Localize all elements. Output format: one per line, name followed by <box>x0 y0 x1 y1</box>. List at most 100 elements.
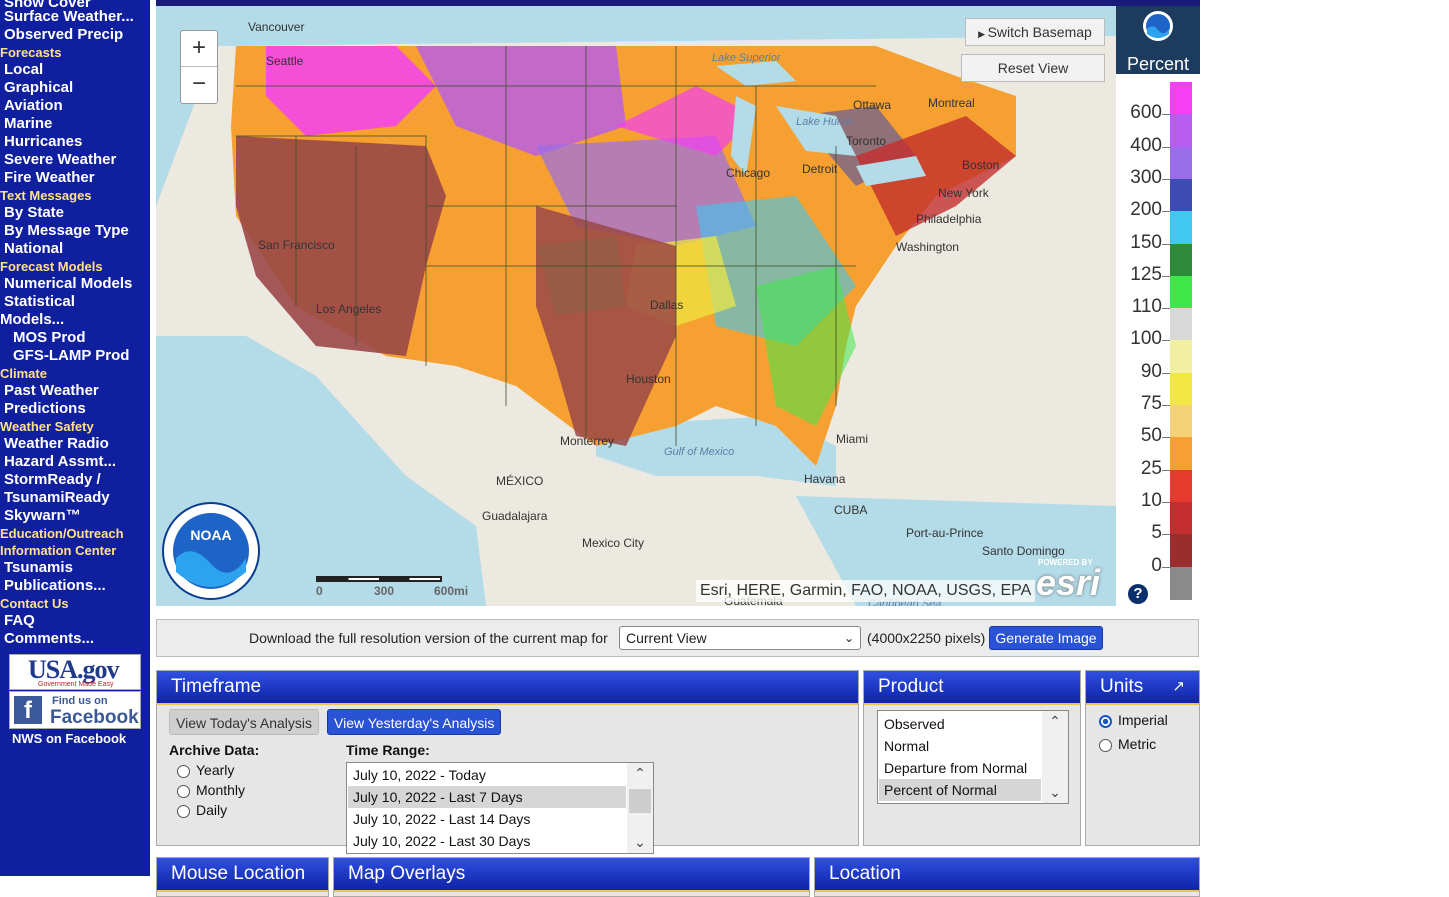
product-option[interactable]: Percent of Normal <box>879 779 1041 801</box>
caret-right-icon: ▶ <box>978 29 988 39</box>
place-label: Mexico City <box>582 536 645 550</box>
radio-circle-icon[interactable] <box>177 784 190 798</box>
sidebar-item-gfs-lamp-prod[interactable]: GFS-LAMP Prod <box>13 347 129 365</box>
radio-circle-icon[interactable] <box>177 764 190 778</box>
archive-radio-daily[interactable]: Daily <box>177 802 227 818</box>
sidebar-item-severe-weather[interactable]: Severe Weather <box>4 151 116 169</box>
chevron-up-icon[interactable]: ⌃ <box>627 765 653 782</box>
time-range-option[interactable]: July 10, 2022 - Last 14 Days <box>348 808 626 830</box>
time-range-list[interactable]: July 10, 2022 - Today July 10, 2022 - Las… <box>346 762 654 854</box>
sidebar-item-faq[interactable]: FAQ <box>4 612 35 630</box>
sidebar-item-hurricanes[interactable]: Hurricanes <box>4 133 82 151</box>
units-radio-imperial[interactable]: Imperial <box>1099 712 1168 728</box>
legend-header: Percent <box>1116 6 1200 74</box>
sidebar-item-fire-weather[interactable]: Fire Weather <box>4 169 95 187</box>
sidebar-item-aviation[interactable]: Aviation <box>4 97 63 115</box>
product-scrollbar[interactable]: ⌃ ⌄ <box>1042 711 1068 803</box>
tab-yesterday-analysis[interactable]: View Yesterday's Analysis <box>327 709 502 735</box>
sidebar-section-forecast-models[interactable]: Forecast Models <box>0 259 103 275</box>
sidebar-item-weather-radio[interactable]: Weather Radio <box>4 435 109 453</box>
sidebar-item-local[interactable]: Local <box>4 61 43 79</box>
product-option[interactable]: Normal <box>879 735 1041 757</box>
help-icon[interactable]: ? <box>1128 584 1148 604</box>
chevron-down-icon[interactable]: ⌄ <box>1042 784 1068 801</box>
radio-circle-icon[interactable] <box>1099 738 1112 752</box>
archive-radio-monthly[interactable]: Monthly <box>177 782 245 798</box>
tab-today-analysis[interactable]: View Today's Analysis <box>169 709 320 735</box>
place-label: Dallas <box>650 298 684 312</box>
usagov-link[interactable]: USA.gov Government Made Easy <box>9 654 141 690</box>
generate-image-button[interactable]: Generate Image <box>989 626 1103 650</box>
time-range-option[interactable]: July 10, 2022 - Last 30 Days <box>348 830 626 852</box>
place-label: Miami <box>836 432 868 446</box>
product-option[interactable]: Departure from Normal <box>879 757 1041 779</box>
sidebar-item-graphical[interactable]: Graphical <box>4 79 73 97</box>
sidebar-item-mos-prod[interactable]: MOS Prod <box>13 329 86 347</box>
chevron-down-icon: ⌄ <box>843 631 854 645</box>
legend-tick <box>1162 211 1170 213</box>
radio-circle-icon[interactable] <box>1099 714 1112 728</box>
sidebar-item-observed-precip[interactable]: Observed Precip <box>4 26 123 44</box>
sidebar-item-national[interactable]: National <box>4 240 63 258</box>
product-list[interactable]: Observed Normal Departure from Normal Perce… <box>877 710 1069 804</box>
sidebar-item-marine[interactable]: Marine <box>4 115 52 133</box>
facebook-link[interactable]: f Find us on Facebook <box>9 691 141 729</box>
water-label: Lake Superior <box>712 52 781 64</box>
download-view-select[interactable]: Current View ⌄ <box>619 626 861 650</box>
sidebar-item-past-weather[interactable]: Past Weather <box>4 382 99 400</box>
place-label: MÉXICO <box>496 474 544 488</box>
legend-value: 300 <box>1130 166 1162 188</box>
legend-swatch <box>1170 372 1192 406</box>
sidebar-section-forecasts[interactable]: Forecasts <box>0 45 61 61</box>
zoom-out-button[interactable]: − <box>181 67 217 103</box>
expand-icon[interactable]: ↗ <box>1172 671 1185 703</box>
sidebar-item-by-message-type[interactable]: By Message Type <box>4 222 129 240</box>
archive-radio-yearly[interactable]: Yearly <box>177 762 234 778</box>
time-range-scrollbar[interactable]: ⌃ ⌄ <box>627 763 653 853</box>
sidebar-section-weather-safety[interactable]: Weather Safety <box>0 419 94 435</box>
time-range-option[interactable]: July 10, 2022 - Last 7 Days <box>348 786 626 808</box>
zoom-control: + − <box>180 30 218 104</box>
sidebar-item-publications[interactable]: Publications... <box>4 577 106 595</box>
legend-swatch <box>1170 534 1192 568</box>
sidebar-section-education-outreach[interactable]: Education/Outreach <box>0 526 124 542</box>
place-label: Santo Domingo <box>982 544 1065 558</box>
legend-tick <box>1162 534 1170 536</box>
place-label: Montreal <box>928 96 975 110</box>
sidebar-item-by-state[interactable]: By State <box>4 204 64 222</box>
legend-value: 50 <box>1140 425 1162 447</box>
legend-value: 150 <box>1130 231 1162 253</box>
sidebar-item-statistical[interactable]: Statistical <box>4 293 75 311</box>
legend-tick <box>1162 566 1170 568</box>
sidebar-section-text-messages[interactable]: Text Messages <box>0 188 92 204</box>
chevron-up-icon[interactable]: ⌃ <box>1042 713 1068 730</box>
sidebar-item-stormready[interactable]: StormReady / <box>4 471 101 489</box>
sidebar-section-information-center[interactable]: Information Center <box>0 543 116 559</box>
switch-basemap-button[interactable]: ▶ Switch Basemap <box>965 18 1105 46</box>
nws-on-facebook-link[interactable]: NWS on Facebook <box>12 731 126 746</box>
units-radio-metric[interactable]: Metric <box>1099 736 1156 752</box>
scroll-thumb[interactable] <box>629 789 651 813</box>
sidebar-item-tsunamiready[interactable]: TsunamiReady <box>4 489 110 507</box>
time-range-option[interactable]: July 10, 2022 - Today <box>348 764 626 786</box>
zoom-in-button[interactable]: + <box>181 31 217 67</box>
place-label: New York <box>938 186 989 200</box>
reset-view-button[interactable]: Reset View <box>961 54 1105 82</box>
sidebar-section-contact-us[interactable]: Contact Us <box>0 596 69 612</box>
chevron-down-icon[interactable]: ⌄ <box>627 834 653 851</box>
sidebar-item-predictions[interactable]: Predictions <box>4 400 86 418</box>
legend-tick <box>1162 243 1170 245</box>
sidebar-item-numerical-models[interactable]: Numerical Models <box>4 275 132 293</box>
radio-circle-icon[interactable] <box>177 804 190 818</box>
precip-map[interactable]: Vancouver Seattle San Francisco Los Angeles… <box>156 6 1116 606</box>
place-label: Houston <box>626 372 671 386</box>
sidebar-item-comments[interactable]: Comments... <box>4 630 94 648</box>
sidebar-item-skywarn[interactable]: Skywarn™ <box>4 507 81 525</box>
sidebar-section-climate[interactable]: Climate <box>0 366 47 382</box>
sidebar-item-hazard-assmt[interactable]: Hazard Assmt... <box>4 453 116 471</box>
sidebar-item-surface-weather[interactable]: Surface Weather... <box>4 8 134 26</box>
product-option[interactable]: Observed <box>879 713 1041 735</box>
sidebar-item-tsunamis[interactable]: Tsunamis <box>4 559 73 577</box>
sidebar-item-models[interactable]: Models... <box>0 311 64 329</box>
product-title: Product <box>864 671 1080 705</box>
